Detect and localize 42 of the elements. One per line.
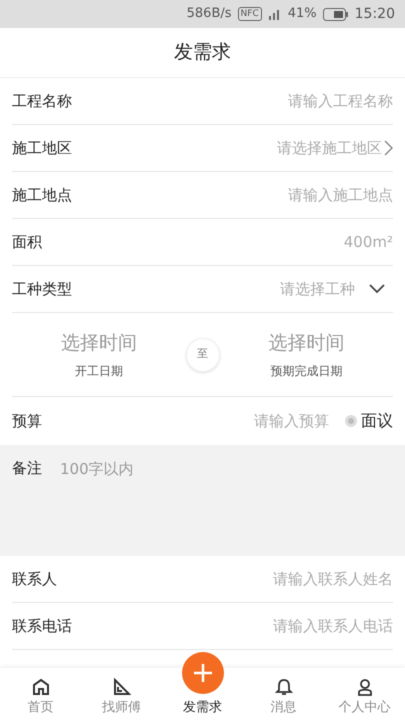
tab-item[interactable]: 个人中心 — [324, 678, 405, 717]
tab-item[interactable]: 发需求 — [162, 652, 243, 717]
input-field[interactable]: 请选择工种 — [122, 278, 355, 300]
field-label: 预算 — [12, 410, 43, 432]
battery-percent: 41% — [288, 5, 317, 24]
tab-item[interactable]: 消息 — [243, 678, 324, 717]
signal-icon — [268, 8, 282, 20]
page-title: 发需求 — [174, 40, 231, 66]
nfc-indicator: NFC — [238, 7, 262, 21]
input-field[interactable]: 请输入联系人电话 — [122, 614, 393, 638]
input-field[interactable]: 请输入预算 — [92, 410, 329, 432]
input-field[interactable]: 请选择施工地区 — [122, 136, 382, 160]
home-icon — [32, 678, 50, 696]
field-label: 施工地区 — [12, 138, 73, 159]
input-field[interactable]: 请输入联系人姓名 — [122, 568, 393, 590]
field-label: 面积 — [12, 232, 43, 253]
tab-item[interactable]: 找师傅 — [81, 678, 162, 717]
field-label: 工种类型 — [12, 278, 73, 300]
ruler-icon — [112, 678, 130, 696]
bell-icon — [274, 678, 292, 696]
field-label: 工程名称 — [12, 90, 73, 112]
field-label: 备注 — [12, 458, 43, 479]
network-speed: 586B/s — [186, 5, 232, 24]
remark-placeholder: 100字以内 — [60, 459, 134, 480]
date-picker[interactable]: 选择时间 开工日期 — [12, 329, 186, 380]
separator-label: 至 — [186, 338, 220, 372]
field-label: 联系人 — [12, 568, 58, 590]
chevron-down-icon — [369, 284, 385, 294]
field-label: 联系电话 — [12, 616, 73, 637]
input-field[interactable]: 请输入施工地点 — [122, 184, 393, 206]
negotiable-radio[interactable]: 面议 — [345, 409, 393, 433]
date-picker[interactable]: 选择时间 预期完成日期 — [220, 329, 393, 380]
radio-dot[interactable] — [345, 415, 357, 427]
input-field[interactable]: 请输入工程名称 — [122, 90, 393, 112]
remark-area[interactable]: 备注 100字以内 — [0, 445, 405, 556]
field-label: 施工地点 — [12, 184, 73, 206]
radio-label: 面议 — [361, 410, 393, 432]
user-icon — [356, 678, 374, 696]
chevron-right-icon — [384, 140, 393, 156]
battery-icon — [322, 8, 349, 20]
tab-item[interactable]: 首页 — [0, 678, 81, 717]
clock: 15:20 — [354, 4, 395, 24]
